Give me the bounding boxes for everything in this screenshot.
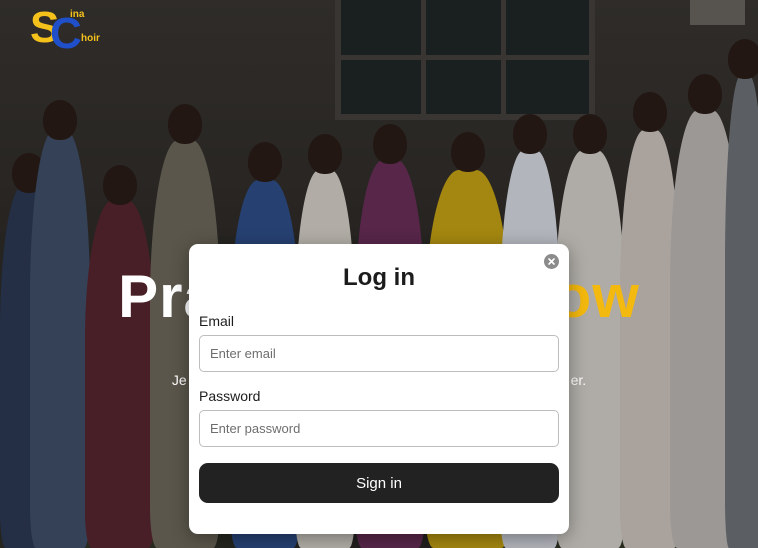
email-input[interactable] xyxy=(199,335,559,372)
email-label: Email xyxy=(199,313,235,329)
logo-word-bottom: hoir xyxy=(81,33,100,44)
hero-subtitle-right: er. xyxy=(570,372,587,388)
modal-title: Log in xyxy=(343,264,415,291)
sign-in-button[interactable]: Sign in xyxy=(199,463,559,503)
close-icon xyxy=(548,258,555,265)
password-input[interactable] xyxy=(199,410,559,447)
hero-subtitle-left: Je xyxy=(171,372,187,388)
logo-word-top: ina xyxy=(70,9,85,20)
close-button[interactable] xyxy=(544,254,559,269)
site-logo[interactable]: S C ina hoir xyxy=(30,4,100,56)
login-modal: Log in Email Password Sign in xyxy=(189,244,569,534)
password-label: Password xyxy=(199,388,261,404)
